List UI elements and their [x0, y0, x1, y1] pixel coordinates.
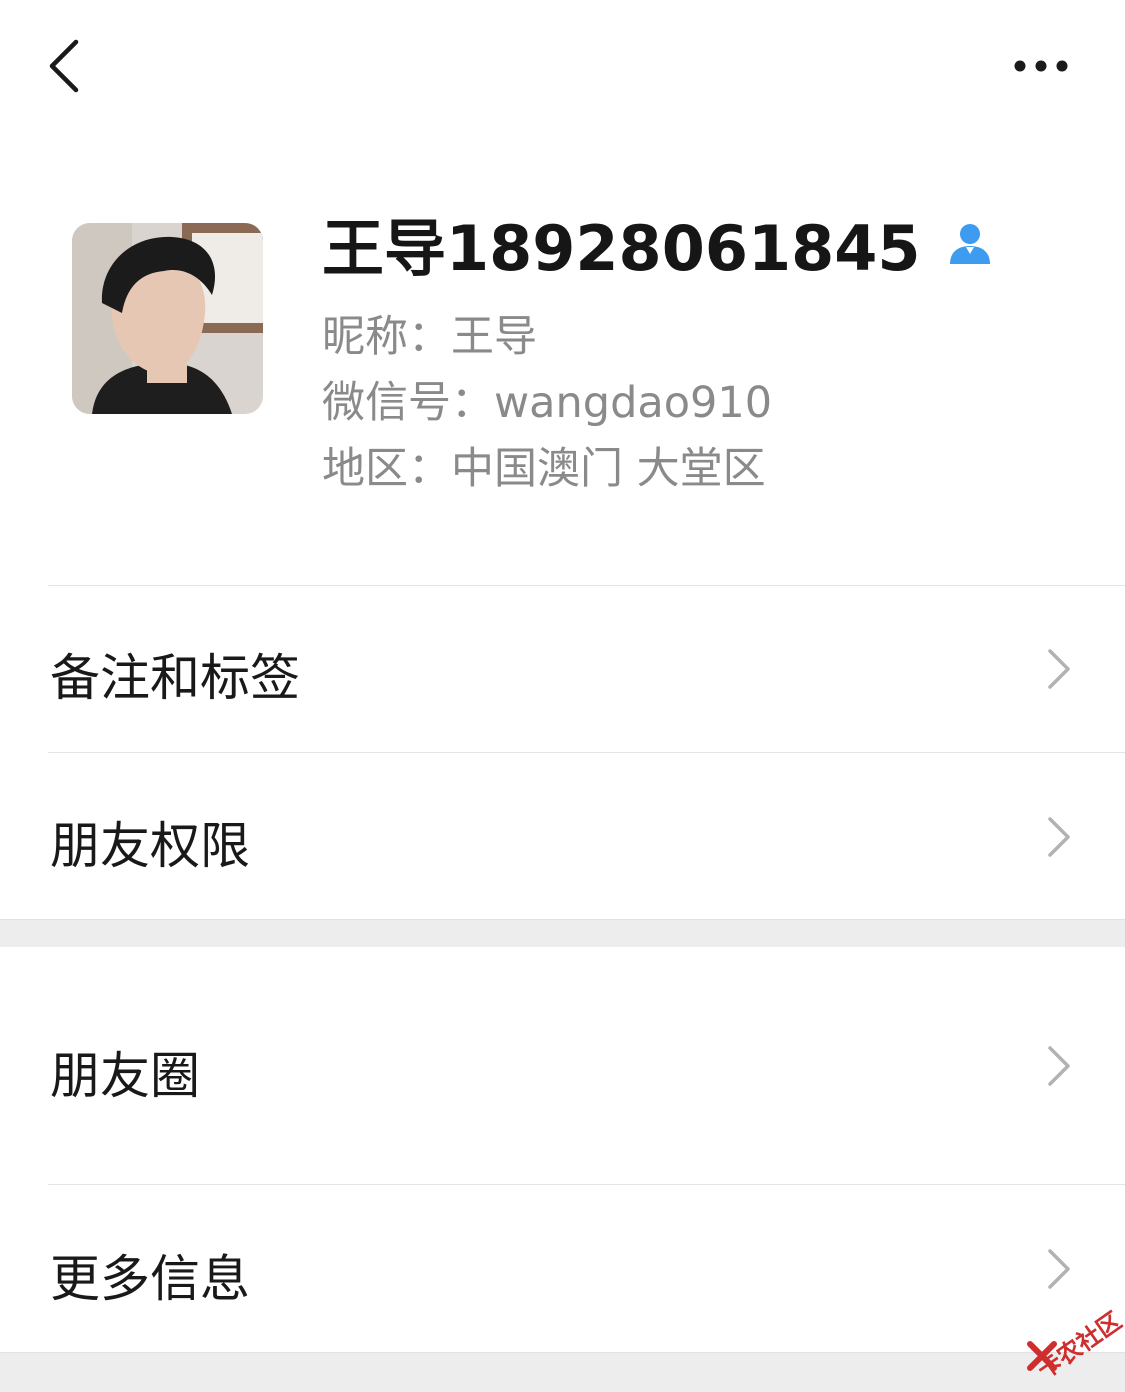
menu-item-moments[interactable]: 朋友圈 — [0, 947, 1125, 1184]
menu-item-more-info[interactable]: 更多信息 — [0, 1185, 1125, 1351]
wechat-id-label: 微信号： — [322, 378, 494, 428]
chevron-right-icon — [1048, 817, 1070, 857]
ellipsis-icon — [1014, 60, 1068, 72]
menu-item-label: 备注和标签 — [50, 649, 300, 707]
avatar[interactable] — [72, 223, 263, 414]
menu-item-label: 更多信息 — [50, 1250, 250, 1308]
menu-item-label: 朋友权限 — [50, 817, 250, 875]
region-line: 地区：中国澳门 大堂区 — [322, 434, 766, 496]
chevron-right-icon — [1048, 1249, 1070, 1289]
region-label: 地区： — [322, 444, 451, 494]
person-photo — [72, 223, 263, 414]
person-icon — [949, 224, 990, 264]
chevron-right-icon — [1048, 1046, 1070, 1086]
chevron-left-icon — [49, 39, 79, 93]
nickname-line: 昵称：王导 — [322, 302, 537, 364]
region-value: 中国澳门 大堂区 — [451, 444, 766, 494]
chevron-right-icon — [1048, 649, 1070, 689]
display-name: 王导18928061845 — [322, 212, 921, 285]
top-bar — [0, 0, 1125, 130]
wechat-id-line: 微信号：wangdao910 — [322, 368, 772, 430]
menu-item-friend-permissions[interactable]: 朋友权限 — [0, 753, 1125, 919]
back-button[interactable] — [40, 36, 100, 96]
menu-item-label: 朋友圈 — [50, 1047, 200, 1105]
section-separator — [0, 1352, 1125, 1392]
nickname-value: 王导 — [451, 312, 537, 362]
more-options-button[interactable] — [1000, 44, 1080, 88]
watermark: 卡农社区 — [1020, 1296, 1125, 1385]
section-separator — [0, 919, 1125, 947]
menu-item-remarks-tags[interactable]: 备注和标签 — [0, 586, 1125, 752]
wechat-id-value[interactable]: wangdao910 — [494, 378, 772, 428]
name-row: 王导18928061845 — [322, 208, 993, 285]
nickname-label: 昵称： — [322, 312, 451, 362]
profile-header: 王导18928061845 昵称：王导 微信号：wangdao910 地区：中国… — [0, 190, 1125, 520]
